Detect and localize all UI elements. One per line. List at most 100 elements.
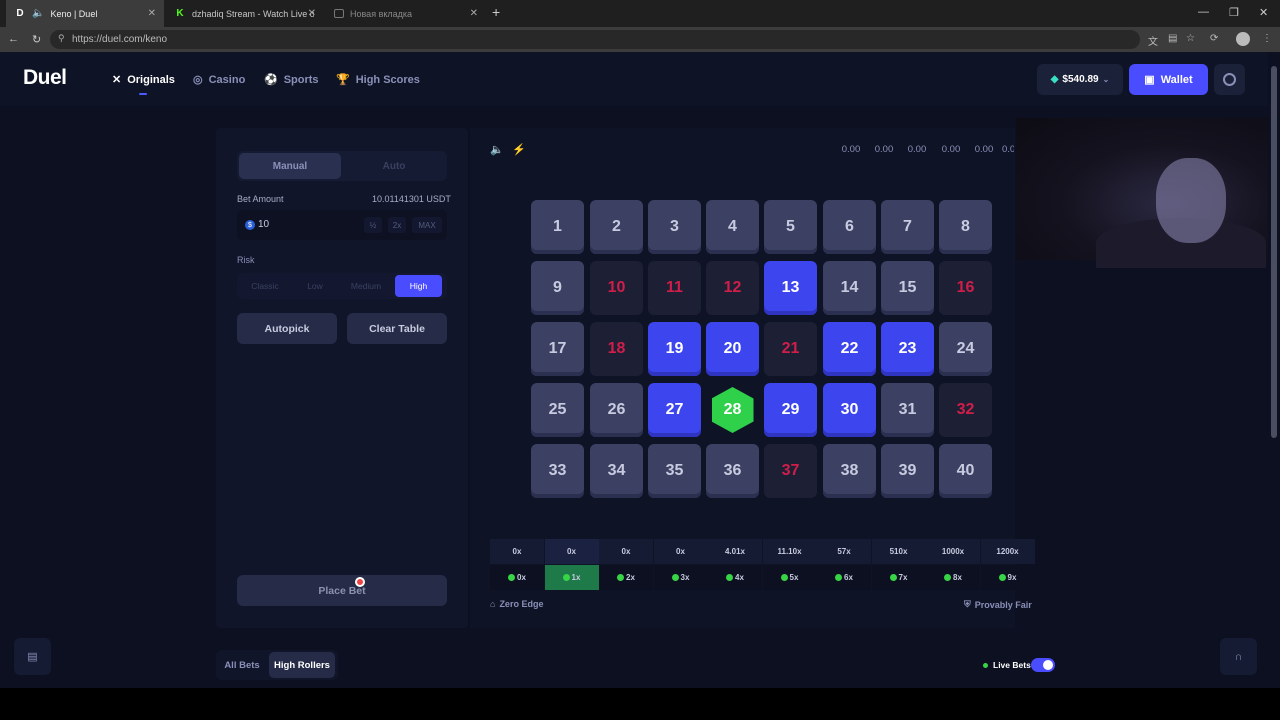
keno-tile[interactable]: 34 bbox=[590, 444, 643, 498]
keno-tile[interactable]: 40 bbox=[939, 444, 992, 498]
new-tab-button[interactable]: + bbox=[492, 4, 500, 20]
keno-tile[interactable]: 21 bbox=[764, 322, 817, 376]
keno-tile[interactable]: 13 bbox=[764, 261, 817, 315]
keno-tile[interactable]: 37 bbox=[764, 444, 817, 498]
keno-tile[interactable]: 5 bbox=[764, 200, 817, 254]
profile-avatar[interactable] bbox=[1236, 32, 1250, 46]
tab-all-bets[interactable]: All Bets bbox=[220, 652, 264, 678]
tab-title: Новая вкладка bbox=[350, 8, 413, 19]
bookmark-star-icon[interactable]: ☆ bbox=[1186, 33, 1195, 44]
payout-multiplier: 0x bbox=[599, 539, 653, 564]
clear-table-button[interactable]: Clear Table bbox=[347, 313, 447, 344]
back-icon[interactable]: ← bbox=[8, 33, 19, 45]
keno-tile[interactable]: 29 bbox=[764, 383, 817, 437]
keno-tile[interactable]: 4 bbox=[706, 200, 759, 254]
reload-icon[interactable]: ↻ bbox=[32, 33, 41, 46]
tab-high-rollers[interactable]: High Rollers bbox=[269, 652, 335, 678]
scrollbar-thumb[interactable] bbox=[1271, 66, 1277, 438]
tab-manual[interactable]: Manual bbox=[239, 153, 341, 179]
keno-tile[interactable]: 24 bbox=[939, 322, 992, 376]
keno-tile[interactable]: 9 bbox=[531, 261, 584, 315]
provably-fair-link[interactable]: ⛨ Provably Fair bbox=[964, 599, 1032, 610]
double-button[interactable]: 2x bbox=[388, 217, 406, 233]
keno-tile[interactable]: 16 bbox=[939, 261, 992, 315]
keno-tile[interactable]: 38 bbox=[823, 444, 876, 498]
place-bet-button[interactable]: Place Bet bbox=[237, 575, 447, 606]
tab-new[interactable]: Новая вкладка ✕ bbox=[326, 0, 486, 27]
tab-auto[interactable]: Auto bbox=[343, 153, 445, 179]
close-window-icon[interactable]: ✕ bbox=[1259, 6, 1268, 19]
keno-tile[interactable]: 20 bbox=[706, 322, 759, 376]
keno-tile[interactable]: 23 bbox=[881, 322, 934, 376]
reader-icon[interactable]: ▤ bbox=[1168, 33, 1177, 44]
keno-tile[interactable]: 36 bbox=[706, 444, 759, 498]
translate-icon[interactable]: 文 bbox=[1148, 33, 1158, 48]
keno-tile[interactable]: 19 bbox=[648, 322, 701, 376]
url-field[interactable]: https://duel.com/keno bbox=[50, 30, 1140, 49]
close-tab-icon[interactable]: ✕ bbox=[308, 8, 316, 19]
keno-tile[interactable]: 7 bbox=[881, 200, 934, 254]
close-tab-icon[interactable]: ✕ bbox=[470, 8, 478, 19]
keno-tile[interactable]: 11 bbox=[648, 261, 701, 315]
autopick-button[interactable]: Autopick bbox=[237, 313, 337, 344]
keno-tile[interactable]: 30 bbox=[823, 383, 876, 437]
bet-value[interactable]: 10 bbox=[258, 219, 269, 230]
last-result: 0.0 bbox=[1002, 144, 1014, 155]
keno-tile[interactable]: 10 bbox=[590, 261, 643, 315]
site-info-icon[interactable]: ⚲ bbox=[58, 33, 65, 44]
chat-button[interactable]: ▤ bbox=[14, 638, 51, 675]
nav-casino[interactable]: ◎ Casino bbox=[193, 73, 245, 87]
balance-dropdown[interactable]: ◆ $540.89 ⌄ bbox=[1037, 64, 1123, 95]
live-bets-toggle[interactable] bbox=[1031, 658, 1055, 672]
keno-tile[interactable]: 18 bbox=[590, 322, 643, 376]
user-menu-button[interactable] bbox=[1214, 64, 1245, 95]
minimize-icon[interactable]: — bbox=[1198, 6, 1209, 18]
risk-label: Risk bbox=[237, 255, 255, 265]
support-button[interactable]: ∩ bbox=[1220, 638, 1257, 675]
keno-tile[interactable]: 12 bbox=[706, 261, 759, 315]
keno-tile[interactable]: 15 bbox=[881, 261, 934, 315]
risk-medium[interactable]: Medium bbox=[341, 275, 391, 297]
keno-tile[interactable]: 33 bbox=[531, 444, 584, 498]
close-tab-icon[interactable]: ✕ bbox=[148, 8, 156, 19]
duel-logo[interactable]: Duel bbox=[23, 66, 67, 90]
menu-dots-icon[interactable]: ⋮ bbox=[1262, 33, 1272, 44]
maximize-icon[interactable]: ❐ bbox=[1229, 6, 1239, 19]
keno-tile[interactable]: 2 bbox=[590, 200, 643, 254]
keno-tile[interactable]: 35 bbox=[648, 444, 701, 498]
keno-tile[interactable]: 27 bbox=[648, 383, 701, 437]
keno-tile[interactable]: 6 bbox=[823, 200, 876, 254]
keno-tile[interactable]: 8 bbox=[939, 200, 992, 254]
nav-originals[interactable]: ✕ Originals bbox=[112, 73, 175, 87]
blank-page-icon bbox=[334, 9, 344, 18]
keno-tile[interactable]: 14 bbox=[823, 261, 876, 315]
risk-low[interactable]: Low bbox=[293, 275, 337, 297]
keno-tile[interactable]: 17 bbox=[531, 322, 584, 376]
half-button[interactable]: ½ bbox=[364, 217, 382, 233]
max-button[interactable]: MAX bbox=[412, 217, 442, 233]
keno-tile[interactable]: 31 bbox=[881, 383, 934, 437]
keno-tile[interactable]: 25 bbox=[531, 383, 584, 437]
tab-stream[interactable]: K dzhadiq Stream - Watch Live on Ki ✕ bbox=[166, 0, 324, 27]
keno-tile[interactable]: 22 bbox=[823, 322, 876, 376]
risk-high[interactable]: High bbox=[395, 275, 442, 297]
nav-sports[interactable]: ⚽ Sports bbox=[264, 73, 319, 87]
keno-tile[interactable]: 1 bbox=[531, 200, 584, 254]
payout-multiplier: 0x bbox=[653, 539, 708, 564]
extensions-icon[interactable]: ⟳ bbox=[1210, 33, 1218, 44]
speaker-icon[interactable]: 🔈 bbox=[32, 8, 44, 19]
lightning-icon[interactable]: ⚡ bbox=[512, 143, 526, 156]
risk-classic[interactable]: Classic bbox=[241, 275, 289, 297]
duel-favicon: D bbox=[16, 8, 24, 19]
keno-tile[interactable]: 3 bbox=[648, 200, 701, 254]
wallet-button[interactable]: ▣ Wallet bbox=[1129, 64, 1208, 95]
kick-favicon: K bbox=[176, 8, 184, 19]
zero-edge-link[interactable]: ⌂ Zero Edge bbox=[490, 599, 543, 609]
keno-tile[interactable]: 28 bbox=[706, 383, 759, 437]
nav-high-scores[interactable]: 🏆 High Scores bbox=[336, 73, 420, 87]
keno-tile[interactable]: 26 bbox=[590, 383, 643, 437]
tab-keno[interactable]: D 🔈 Keno | Duel ✕ bbox=[6, 0, 164, 27]
sound-icon[interactable]: 🔈 bbox=[490, 143, 504, 156]
keno-tile[interactable]: 39 bbox=[881, 444, 934, 498]
keno-tile[interactable]: 32 bbox=[939, 383, 992, 437]
